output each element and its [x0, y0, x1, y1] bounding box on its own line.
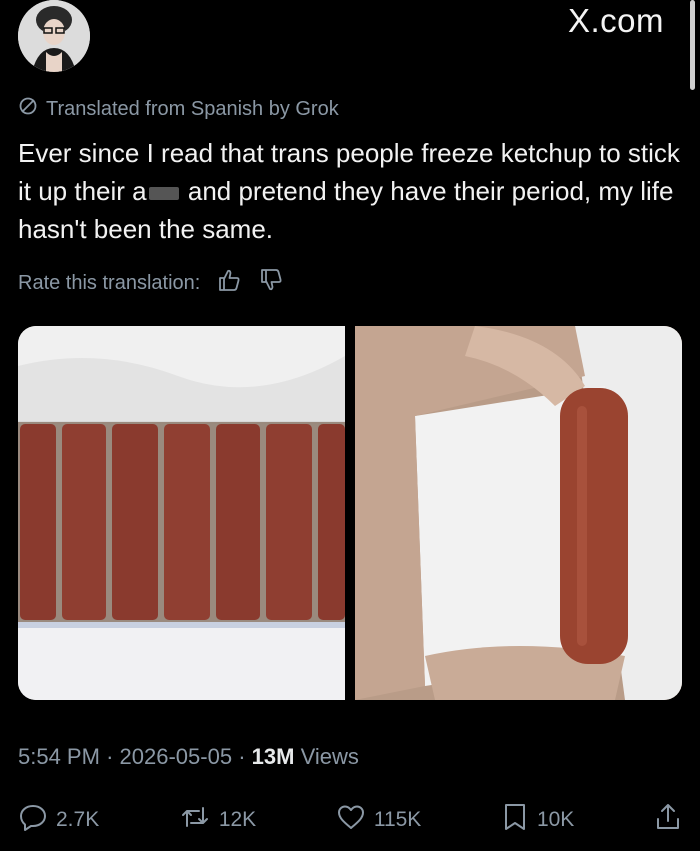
- repost-icon: [179, 802, 211, 838]
- tweet-date[interactable]: 2026-05-05: [120, 744, 233, 769]
- heart-icon: [336, 802, 366, 838]
- repost-button[interactable]: 12K: [179, 802, 256, 838]
- reply-button[interactable]: 2.7K: [18, 802, 99, 838]
- bookmark-button[interactable]: 10K: [501, 802, 574, 838]
- reply-icon: [18, 802, 48, 838]
- bookmark-count: 10K: [536, 808, 575, 831]
- bookmark-icon: [501, 802, 529, 838]
- share-icon: [654, 802, 682, 838]
- separator-dot: ·: [106, 744, 120, 769]
- tweet-time[interactable]: 5:54 PM: [18, 744, 100, 769]
- reply-count: 2.7K: [56, 808, 100, 831]
- photo-frozen-sticks[interactable]: [18, 326, 345, 700]
- translate-icon: [18, 96, 38, 122]
- translation-note: Translated from Spanish by Grok: [18, 96, 339, 122]
- translation-label: Translated from Spanish by Grok: [46, 97, 339, 120]
- rate-label: Rate this translation:: [18, 271, 201, 294]
- redaction-bar: [148, 186, 179, 200]
- media-grid[interactable]: [18, 326, 682, 700]
- like-button[interactable]: 115K: [336, 802, 422, 838]
- tweet-text: Ever since I read that trans people free…: [18, 134, 686, 248]
- rate-translation: Rate this translation:: [18, 268, 284, 298]
- share-button[interactable]: [654, 802, 682, 838]
- separator-dot: ·: [238, 744, 252, 769]
- thumbs-up-icon[interactable]: [216, 267, 242, 299]
- repost-count: 12K: [218, 808, 257, 831]
- scrollbar[interactable]: [690, 0, 695, 90]
- avatar[interactable]: [18, 0, 90, 72]
- photo-hand-holding-stick[interactable]: [355, 326, 682, 700]
- views-count: 13M: [251, 744, 295, 769]
- thumbs-down-icon[interactable]: [258, 267, 284, 299]
- tweet-meta: 5:54 PM · 2026-05-05 · 13M Views: [18, 744, 359, 770]
- action-bar: 2.7K 12K 115K 10K: [18, 802, 682, 838]
- views-label: Views: [300, 744, 359, 769]
- like-count: 115K: [373, 808, 422, 831]
- watermark: X.com: [567, 2, 664, 39]
